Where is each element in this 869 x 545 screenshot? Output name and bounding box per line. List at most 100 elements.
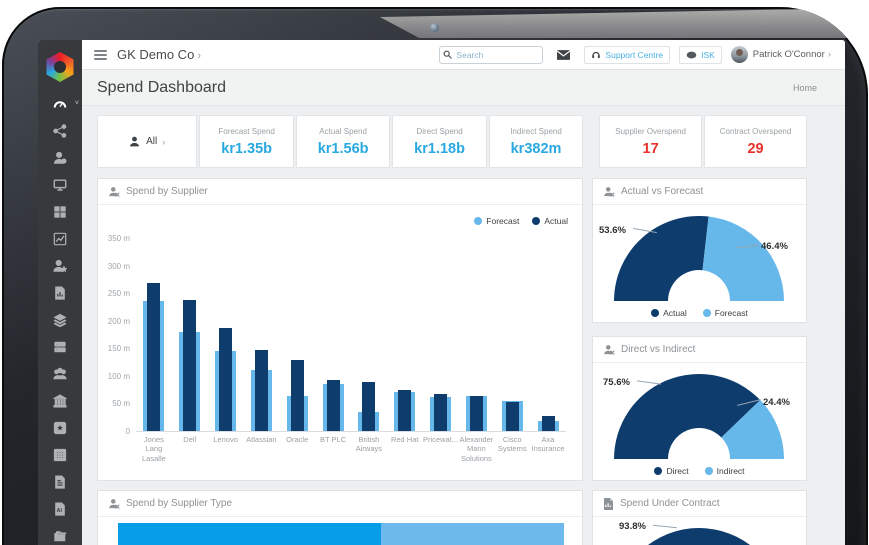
sidebar-item-grid[interactable] <box>38 200 82 224</box>
app-logo-icon[interactable] <box>46 52 74 82</box>
kpi-direct-spend[interactable]: Direct Spend kr1.18b <box>392 115 487 168</box>
sidebar-item-network[interactable] <box>38 119 82 143</box>
legend-item-direct[interactable]: Direct <box>654 466 689 476</box>
bar-actual[interactable] <box>398 389 412 431</box>
bar-actual[interactable] <box>326 379 340 431</box>
stacked-segment-1[interactable] <box>118 523 382 545</box>
x-axis-line <box>136 431 566 432</box>
bar-group <box>530 238 566 431</box>
user-gear-icon <box>53 151 67 164</box>
chevron-right-icon: › <box>197 50 201 62</box>
sidebar-item-layers[interactable] <box>38 308 82 332</box>
user-menu[interactable]: Patrick O'Connor › <box>753 49 831 60</box>
bar-actual[interactable] <box>505 402 519 431</box>
legend-item-actual[interactable]: Actual <box>532 216 568 226</box>
kpi-forecast-spend[interactable]: Forecast Spend kr1.35b <box>199 115 294 168</box>
user-edit-icon <box>604 186 615 197</box>
user-edit-icon <box>604 344 615 355</box>
currency-selector-button[interactable]: ISK <box>679 45 722 64</box>
kpi-value: kr1.56b <box>317 140 369 157</box>
dashboard-content: All › Forecast Spend kr1.35b Actual Spen… <box>82 106 845 545</box>
legend-label: Forecast <box>714 308 748 318</box>
network-icon <box>53 124 67 138</box>
support-centre-button[interactable]: Support Centre <box>584 45 671 64</box>
x-axis-label: Red Hat <box>390 435 419 444</box>
panel-header: Spend by Supplier <box>98 179 582 205</box>
sidebar-item-keypad[interactable] <box>38 443 82 467</box>
panel-header: Spend Under Contract <box>593 491 806 517</box>
kpi-indirect-spend[interactable]: Indirect Spend kr382m <box>488 115 584 168</box>
kpi-value: kr1.35b <box>221 140 273 157</box>
kpi-label: Indirect Spend <box>510 126 562 136</box>
bar-actual[interactable] <box>147 283 161 431</box>
x-axis-label: Pricewat... <box>423 435 459 444</box>
bar-actual[interactable] <box>290 360 304 431</box>
panel-spend-by-supplier: Spend by Supplier Forecast Actual 350 m 300… <box>97 178 583 481</box>
legend-item-actual[interactable]: Actual <box>651 308 687 318</box>
sidebar-items: ˅ AI <box>38 92 82 545</box>
bar-actual[interactable] <box>541 416 555 431</box>
sidebar-item-star-box[interactable] <box>38 416 82 440</box>
sidebar-item-folders[interactable] <box>38 524 82 545</box>
legend-dot-icon <box>702 309 711 317</box>
company-selector[interactable]: GK Demo Co › <box>117 47 201 62</box>
kpi-supplier-overspend[interactable]: Supplier Overspend 17 <box>599 115 703 168</box>
user-avatar[interactable] <box>730 46 748 63</box>
sidebar-item-bank[interactable] <box>38 389 82 413</box>
bar-actual[interactable] <box>362 382 376 431</box>
legend-item-forecast[interactable]: Forecast <box>474 216 519 226</box>
legend-label: Actual <box>544 216 568 226</box>
bezel-glare <box>379 8 866 38</box>
filter-all-selector[interactable]: All › <box>97 115 198 168</box>
bar-group <box>279 238 315 431</box>
sidebar-item-line-chart[interactable] <box>38 227 82 251</box>
y-axis-tick: 0 <box>125 427 130 436</box>
sidebar-item-file-chart[interactable] <box>38 281 82 305</box>
kpi-actual-spend[interactable]: Actual Spend kr1.56b <box>295 115 391 168</box>
gauge-value-right: 24.4% <box>763 397 790 408</box>
kpi-label: Contract Overspend <box>719 126 792 136</box>
bar-actual[interactable] <box>434 393 448 431</box>
legend-dot-icon <box>704 467 713 475</box>
headset-icon <box>592 51 601 58</box>
bank-icon <box>53 394 67 408</box>
sidebar-item-users[interactable] <box>38 362 82 386</box>
breadcrumb-home-link[interactable]: Home <box>793 83 817 93</box>
sidebar-item-file-bars[interactable] <box>38 470 82 494</box>
front-camera-icon <box>430 23 439 32</box>
x-axis-label: Jones Lang Lasalle <box>142 435 166 463</box>
currency-label: ISK <box>701 49 715 60</box>
kpi-label: Actual Spend <box>319 126 367 136</box>
hamburger-menu-icon[interactable] <box>94 48 107 62</box>
gauge-slice-Forecast[interactable] <box>702 216 785 301</box>
bar-actual[interactable] <box>469 396 483 431</box>
panel-title: Actual vs Forecast <box>621 186 704 197</box>
bar-group <box>208 238 244 431</box>
panel-title: Direct vs Indirect <box>621 344 696 355</box>
search-input[interactable] <box>439 45 544 64</box>
stacked-segment-2[interactable] <box>381 523 564 545</box>
sidebar-item-file-ai[interactable]: AI <box>38 497 82 521</box>
sidebar-item-server[interactable] <box>38 335 82 359</box>
layers-icon <box>53 313 67 327</box>
x-axis-label: Atlassian <box>246 435 277 444</box>
sidebar-nav: ˅ AI <box>38 40 82 545</box>
sidebar-item-gauge[interactable]: ˅ <box>38 92 82 116</box>
bar-actual[interactable] <box>183 300 197 431</box>
sidebar-item-monitor[interactable] <box>38 173 82 197</box>
panel-title: Spend by Supplier Type <box>126 498 233 509</box>
y-axis-tick: 150 m <box>107 344 130 354</box>
bar-group <box>423 238 459 431</box>
mail-icon[interactable] <box>557 49 571 60</box>
x-axis-label: Axa Insurance <box>531 435 565 454</box>
bar-actual[interactable] <box>219 328 233 431</box>
gauge-slice-Actual[interactable] <box>614 215 709 301</box>
kpi-contract-overspend[interactable]: Contract Overspend 29 <box>704 115 807 168</box>
sidebar-item-user-gear[interactable] <box>38 146 82 170</box>
gauge-value-left: 53.6% <box>599 225 626 236</box>
bar-actual[interactable] <box>254 349 268 431</box>
legend-item-forecast[interactable]: Forecast <box>702 308 748 318</box>
gauge-value-right: 46.4% <box>761 241 788 252</box>
sidebar-item-user-star[interactable] <box>38 254 82 278</box>
legend-item-indirect[interactable]: Indirect <box>704 466 745 476</box>
